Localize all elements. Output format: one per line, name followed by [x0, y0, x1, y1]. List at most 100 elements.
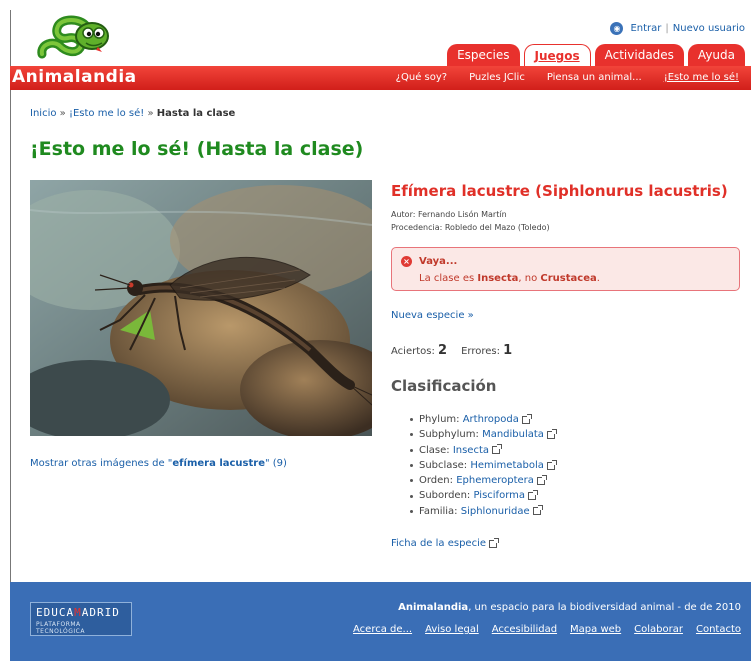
errors-value: 1: [503, 343, 513, 358]
breadcrumb-home[interactable]: Inicio: [30, 108, 56, 119]
taxon-link-familia[interactable]: Siphlonuridae: [461, 504, 530, 519]
logo-part-m: M: [74, 606, 82, 619]
brand-wordmark[interactable]: Animalandia: [12, 67, 137, 87]
list-item: Phylum: Arthropoda: [410, 412, 555, 427]
errors-stat: Errores: 1: [461, 343, 512, 358]
footer-link-mapa-web[interactable]: Mapa web: [570, 624, 621, 635]
species-title: Efímera lacustre (Siphlonurus lacustris): [391, 182, 728, 200]
new-user-link[interactable]: Nuevo usuario: [673, 23, 745, 34]
score-panel: Aciertos: 2 Errores: 1: [391, 343, 512, 358]
rank-label: Subphylum:: [419, 429, 479, 441]
bullet-icon: [410, 494, 413, 498]
external-link-icon[interactable]: [546, 428, 557, 439]
bullet-icon: [410, 433, 413, 437]
footer-link-acerca[interactable]: Acerca de...: [353, 624, 412, 635]
taxon-link-clase[interactable]: Insecta: [453, 443, 489, 458]
bullet-icon: [410, 448, 413, 452]
taxon-link-suborden[interactable]: Pisciforma: [473, 488, 525, 503]
species-meta: Autor: Fernando Lisón Martín Procedencia…: [391, 208, 550, 234]
rank-label: Familia:: [419, 505, 458, 517]
classification-title: Clasificación: [391, 377, 497, 395]
footer-link-contacto[interactable]: Contacto: [696, 624, 741, 635]
external-link-icon[interactable]: [536, 474, 547, 485]
logo-subtitle: PLATAFORMA TECNOLÓGICA: [36, 621, 85, 635]
hits-label: Aciertos:: [391, 346, 435, 357]
breadcrumb: Inicio » ¡Esto me lo sé! » Hasta la clas…: [30, 108, 235, 119]
footer-link-accesibilidad[interactable]: Accesibilidad: [492, 624, 557, 635]
tab-ayuda[interactable]: Ayuda: [687, 44, 745, 66]
alert-msg-middle: , no: [518, 273, 541, 284]
footer-link-colaborar[interactable]: Colaborar: [634, 624, 683, 635]
main-tabs: Especies Juegos Actividades Ayuda: [447, 44, 745, 66]
footer: EDUCAMADRID PLATAFORMA TECNOLÓGICA Anima…: [10, 582, 751, 661]
species-photo[interactable]: [30, 180, 372, 436]
rank-label: Suborden:: [419, 490, 471, 502]
footer-tagline: Animalandia, un espacio para la biodiver…: [398, 602, 741, 613]
footer-link-aviso-legal[interactable]: Aviso legal: [425, 624, 479, 635]
more-images-name: efímera lacustre: [172, 458, 265, 469]
footer-links: Acerca de... Aviso legal Accesibilidad M…: [353, 624, 741, 635]
list-item: Subclase: Hemimetabola: [410, 458, 557, 473]
more-images-suffix: " (9): [264, 458, 287, 469]
bullet-icon: [410, 464, 413, 468]
alert-msg-prefix: La clase es: [419, 273, 478, 284]
photo-origin: Procedencia: Robledo del Mazo (Toledo): [391, 223, 550, 232]
list-item: Subphylum: Mandibulata: [410, 427, 557, 442]
alert-correct-class: Insecta: [477, 273, 519, 284]
classification-list: Phylum: Arthropoda Subphylum: Mandibulat…: [410, 412, 557, 519]
educamadrid-logo[interactable]: EDUCAMADRID PLATAFORMA TECNOLÓGICA: [30, 602, 132, 636]
rank-label: Clase:: [419, 444, 450, 456]
more-images-link[interactable]: Mostrar otras imágenes de "efímera lacus…: [30, 458, 287, 469]
list-item: Orden: Ephemeroptera: [410, 473, 555, 488]
bullet-icon: [410, 418, 413, 422]
snake-logo[interactable]: [36, 14, 116, 66]
rank-label: Subclase:: [419, 459, 468, 471]
species-sheet-link[interactable]: Ficha de la especie: [391, 537, 499, 549]
new-species-link[interactable]: Nueva especie »: [391, 310, 474, 321]
taxon-link-subclase[interactable]: Hemimetabola: [470, 458, 544, 473]
subnav-puzles-jclic[interactable]: Puzles JClic: [469, 72, 525, 83]
taxon-link-phylum[interactable]: Arthropoda: [463, 412, 519, 427]
games-subnav: ¿Qué soy? Puzles JClic Piensa un animal.…: [396, 72, 739, 83]
external-link-icon[interactable]: [528, 490, 539, 501]
external-link-icon[interactable]: [521, 413, 532, 424]
subnav-piensa-animal[interactable]: Piensa un animal...: [547, 72, 642, 83]
list-item: Clase: Insecta: [410, 443, 555, 458]
tab-especies[interactable]: Especies: [447, 44, 520, 66]
error-alert: × Vaya... La clase es Insecta, no Crusta…: [391, 247, 740, 291]
more-images-prefix: Mostrar otras imágenes de ": [30, 458, 173, 469]
rank-label: Orden:: [419, 475, 454, 487]
educamadrid-wordmark: EDUCAMADRID: [36, 606, 126, 619]
page-frame-border: [10, 10, 11, 661]
taxon-link-orden[interactable]: Ephemeroptera: [456, 473, 534, 488]
external-link-icon[interactable]: [532, 505, 543, 516]
alert-msg-suffix: .: [596, 273, 600, 284]
list-item: Suborden: Pisciforma: [410, 488, 555, 503]
footer-tagline-text: , un espacio para la biodiversidad anima…: [468, 602, 741, 613]
errors-label: Errores:: [461, 346, 500, 357]
user-links: ◉ Entrar | Nuevo usuario: [610, 22, 745, 35]
tab-actividades[interactable]: Actividades: [594, 44, 684, 66]
species-sheet-label: Ficha de la especie: [391, 538, 486, 549]
subnav-que-soy[interactable]: ¿Qué soy?: [396, 72, 447, 83]
hits-value: 2: [438, 343, 448, 358]
logo-part-adrid: ADRID: [81, 606, 120, 619]
alert-wrong-class: Crustacea: [540, 273, 597, 284]
external-link-icon: [489, 537, 499, 548]
subnav-esto-me-lo-se[interactable]: ¡Esto me lo sé!: [664, 72, 739, 83]
external-link-icon[interactable]: [546, 459, 557, 470]
bullet-icon: [410, 509, 413, 513]
tab-juegos[interactable]: Juegos: [523, 44, 591, 66]
login-link[interactable]: Entrar: [630, 23, 661, 34]
external-link-icon[interactable]: [492, 444, 503, 455]
alert-message: La clase es Insecta, no Crustacea.: [419, 273, 600, 284]
breadcrumb-section[interactable]: ¡Esto me lo sé!: [69, 108, 144, 119]
list-item: Familia: Siphlonuridae: [410, 504, 555, 519]
photo-author: Autor: Fernando Lisón Martín: [391, 210, 507, 219]
rank-label: Phylum:: [419, 414, 460, 425]
taxon-link-subphylum[interactable]: Mandibulata: [482, 427, 544, 442]
breadcrumb-sep: »: [59, 108, 66, 119]
breadcrumb-current: Hasta la clase: [156, 108, 236, 119]
alert-title: Vaya...: [419, 256, 458, 267]
page-title: ¡Esto me lo sé! (Hasta la clase): [30, 138, 364, 160]
